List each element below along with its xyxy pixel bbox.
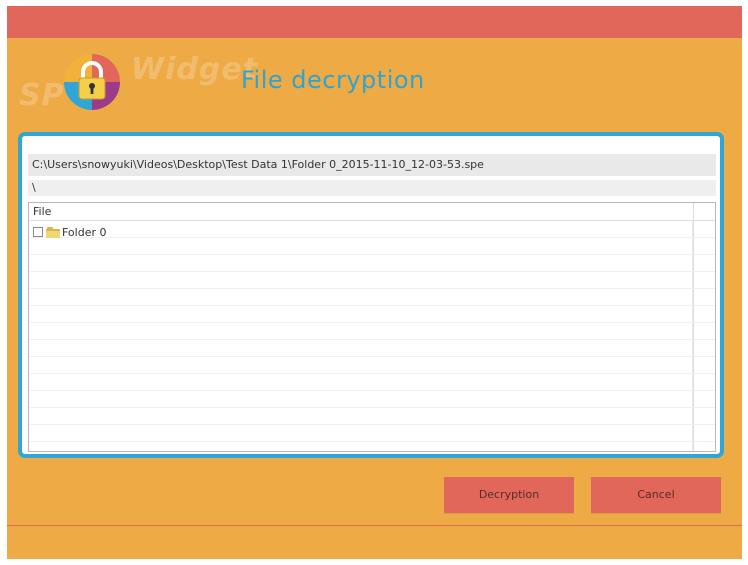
- list-item[interactable]: Folder 0: [33, 224, 107, 240]
- decryption-button[interactable]: Decryption: [444, 477, 574, 513]
- brand-watermark-left: SP: [19, 78, 65, 113]
- app-window: SP Widget File decryption C:\Users\snowy…: [7, 6, 742, 559]
- lock-logo-icon: [64, 54, 120, 110]
- brand-watermark-right: Widget: [131, 52, 259, 87]
- file-path-field[interactable]: C:\Users\snowyuki\Videos\Desktop\Test Da…: [28, 154, 716, 176]
- item-checkbox[interactable]: [33, 227, 43, 237]
- column-header-file[interactable]: File: [29, 203, 715, 221]
- folder-icon: [46, 226, 60, 238]
- footer: [7, 526, 742, 559]
- grid-lines: [29, 221, 715, 451]
- current-directory-field[interactable]: \: [28, 180, 716, 196]
- header: SP Widget File decryption: [7, 38, 742, 130]
- column-divider: [692, 221, 693, 451]
- page-title: File decryption: [241, 66, 425, 94]
- decryption-panel: C:\Users\snowyuki\Videos\Desktop\Test Da…: [18, 132, 724, 458]
- cancel-button[interactable]: Cancel: [591, 477, 721, 513]
- title-bar[interactable]: [7, 6, 742, 38]
- file-tree[interactable]: File Folder 0: [28, 202, 716, 452]
- item-label: Folder 0: [62, 225, 107, 239]
